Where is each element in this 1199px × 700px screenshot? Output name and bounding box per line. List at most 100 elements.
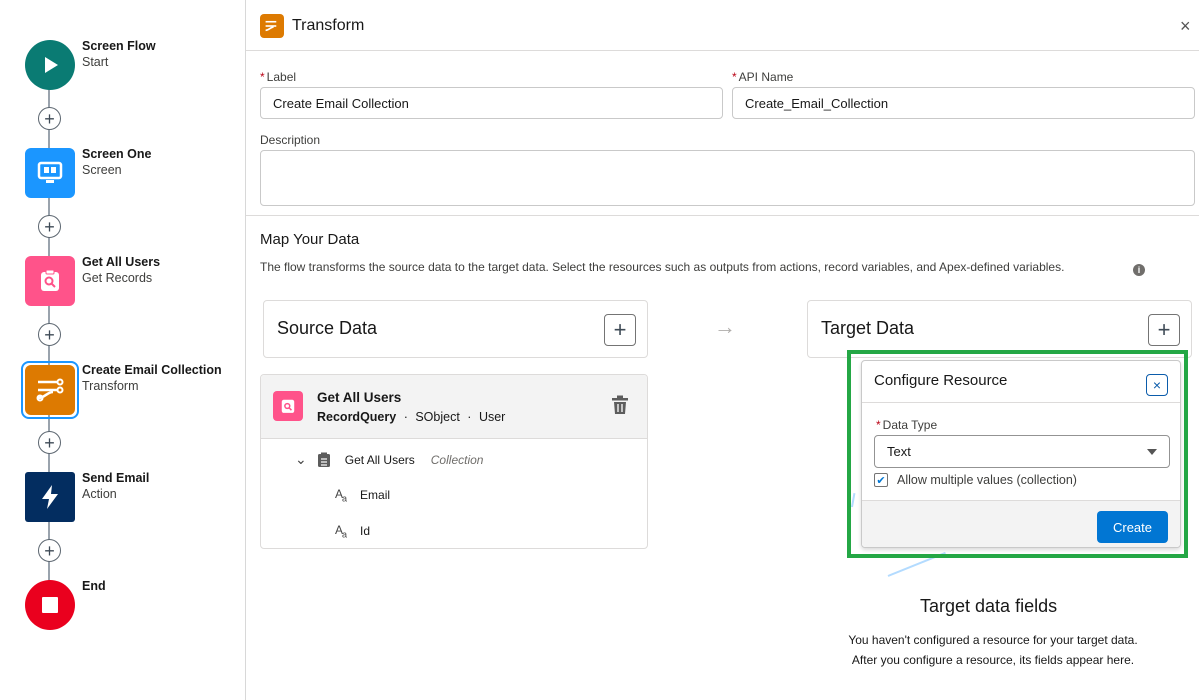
- end-node[interactable]: [25, 580, 75, 630]
- get-records-node-label: Get All Users Get Records: [82, 254, 160, 286]
- add-element-button[interactable]: +: [38, 107, 61, 130]
- tree-item-field[interactable]: Aa Id: [335, 523, 370, 539]
- text-field-icon: Aa: [335, 487, 347, 504]
- record-search-icon: [41, 269, 59, 291]
- node-subtitle: Screen: [82, 163, 122, 177]
- delete-icon[interactable]: [611, 395, 629, 420]
- get-records-node[interactable]: [25, 256, 75, 306]
- chevron-down-icon[interactable]: ⌄: [295, 451, 307, 468]
- popover-footer: Create: [862, 500, 1180, 547]
- node-subtitle: Get Records: [82, 271, 153, 285]
- field-label: Id: [360, 524, 371, 539]
- node-title: End: [82, 579, 106, 593]
- screen-node[interactable]: [25, 148, 75, 198]
- flow-canvas: Screen Flow Start + Screen One Screen + …: [0, 0, 246, 700]
- lightning-icon: [42, 485, 58, 509]
- target-empty-line-1: You haven't configured a resource for yo…: [848, 633, 1138, 647]
- required-marker: *: [732, 70, 737, 84]
- node-subtitle: Start: [82, 55, 109, 69]
- screen-icon: [37, 161, 63, 183]
- separator-dot: ·: [403, 410, 408, 424]
- panel-title: Transform: [292, 17, 365, 34]
- transform-icon: [260, 14, 284, 38]
- action-node[interactable]: [25, 472, 75, 522]
- source-resource-header: Get All Users RecordQuery · SObject · Us…: [261, 375, 647, 439]
- description-label: Description: [260, 133, 321, 147]
- source-resource-name: Get All Users: [317, 390, 402, 405]
- data-type-value: Text: [887, 444, 911, 459]
- plus-icon: +: [613, 317, 627, 342]
- required-marker: *: [876, 418, 881, 432]
- text-field-icon: Aa: [335, 523, 347, 540]
- info-icon[interactable]: i: [1133, 264, 1145, 276]
- separator-dot: ·: [467, 410, 472, 424]
- description-textarea[interactable]: [260, 150, 1195, 206]
- add-element-button[interactable]: +: [38, 323, 61, 346]
- node-title: Screen One: [82, 147, 152, 161]
- plus-icon: +: [44, 432, 55, 453]
- required-marker: *: [260, 70, 265, 84]
- arrow-right-icon: →: [714, 314, 736, 339]
- data-type-select[interactable]: Text: [874, 435, 1170, 468]
- api-name-input[interactable]: Create_Email_Collection: [732, 87, 1195, 119]
- node-subtitle: Action: [82, 487, 117, 501]
- source-data-card: Source Data +: [263, 300, 648, 358]
- node-title: Screen Flow: [82, 39, 156, 53]
- add-element-button[interactable]: +: [38, 539, 61, 562]
- plus-icon: +: [44, 540, 55, 561]
- add-element-button[interactable]: +: [38, 431, 61, 454]
- add-source-button[interactable]: +: [604, 314, 636, 346]
- api-name-field-label: * API Name: [732, 70, 794, 84]
- record-search-icon: [273, 391, 303, 421]
- resource-type: RecordQuery: [317, 410, 397, 424]
- allow-multiple-label: Allow multiple values (collection): [897, 473, 1077, 487]
- data-type-label: * Data Type: [876, 418, 938, 432]
- label-field-label: * Label: [260, 70, 297, 84]
- action-node-label: Send Email Action: [82, 470, 149, 502]
- tree-item-collection[interactable]: ⌄ Get All Users Collection: [295, 451, 483, 468]
- close-icon[interactable]: ×: [1146, 374, 1168, 396]
- stop-icon: [42, 597, 58, 613]
- target-empty-title: Target data fields: [920, 596, 1058, 616]
- transform-icon: [36, 378, 64, 402]
- panel-header: Transform ×: [246, 0, 1199, 51]
- start-node-label: Screen Flow Start: [82, 38, 156, 70]
- source-resource-meta: RecordQuery · SObject · User: [317, 410, 505, 424]
- node-subtitle: Transform: [82, 379, 139, 393]
- start-node[interactable]: [25, 40, 75, 90]
- target-empty-line-2: After you configure a resource, its fiel…: [851, 653, 1135, 667]
- configure-resource-popover: Configure Resource × * Data Type Text ✔ A…: [861, 360, 1181, 548]
- allow-multiple-checkbox[interactable]: ✔: [874, 473, 888, 487]
- add-target-button[interactable]: +: [1148, 314, 1180, 346]
- transform-panel: Transform × * Label Create Email Collecti…: [246, 0, 1199, 700]
- divider: [246, 215, 1199, 216]
- tree-item-field[interactable]: Aa Email: [335, 487, 390, 503]
- plus-icon: +: [1157, 317, 1171, 342]
- source-data-title: Source Data: [277, 318, 378, 338]
- node-title: Get All Users: [82, 255, 161, 269]
- allow-multiple-checkbox-row[interactable]: ✔ Allow multiple values (collection): [874, 473, 1077, 487]
- target-data-title: Target Data: [821, 318, 915, 338]
- create-button[interactable]: Create: [1097, 511, 1168, 543]
- node-title: Create Email Collection: [82, 363, 222, 377]
- field-label: Email: [360, 488, 391, 503]
- tree-item-type: Collection: [430, 452, 484, 467]
- node-title: Send Email: [82, 471, 150, 485]
- transform-node-label: Create Email Collection Transform: [82, 362, 222, 394]
- end-node-label: End: [82, 578, 106, 594]
- close-icon[interactable]: ×: [1180, 16, 1191, 37]
- screen-node-label: Screen One Screen: [82, 146, 151, 178]
- resource-kind: SObject: [415, 410, 460, 424]
- add-element-button[interactable]: +: [38, 215, 61, 238]
- clipboard-list-icon: [317, 452, 330, 467]
- popover-title: Configure Resource: [874, 372, 1008, 389]
- map-data-description: The flow transforms the source data to t…: [260, 260, 1065, 274]
- play-icon: [45, 57, 58, 73]
- transform-node[interactable]: [25, 365, 75, 415]
- caret-down-icon: [1147, 449, 1157, 455]
- plus-icon: +: [44, 216, 55, 237]
- plus-icon: +: [44, 108, 55, 129]
- label-input[interactable]: Create Email Collection: [260, 87, 723, 119]
- map-data-title: Map Your Data: [260, 231, 360, 248]
- plus-icon: +: [44, 324, 55, 345]
